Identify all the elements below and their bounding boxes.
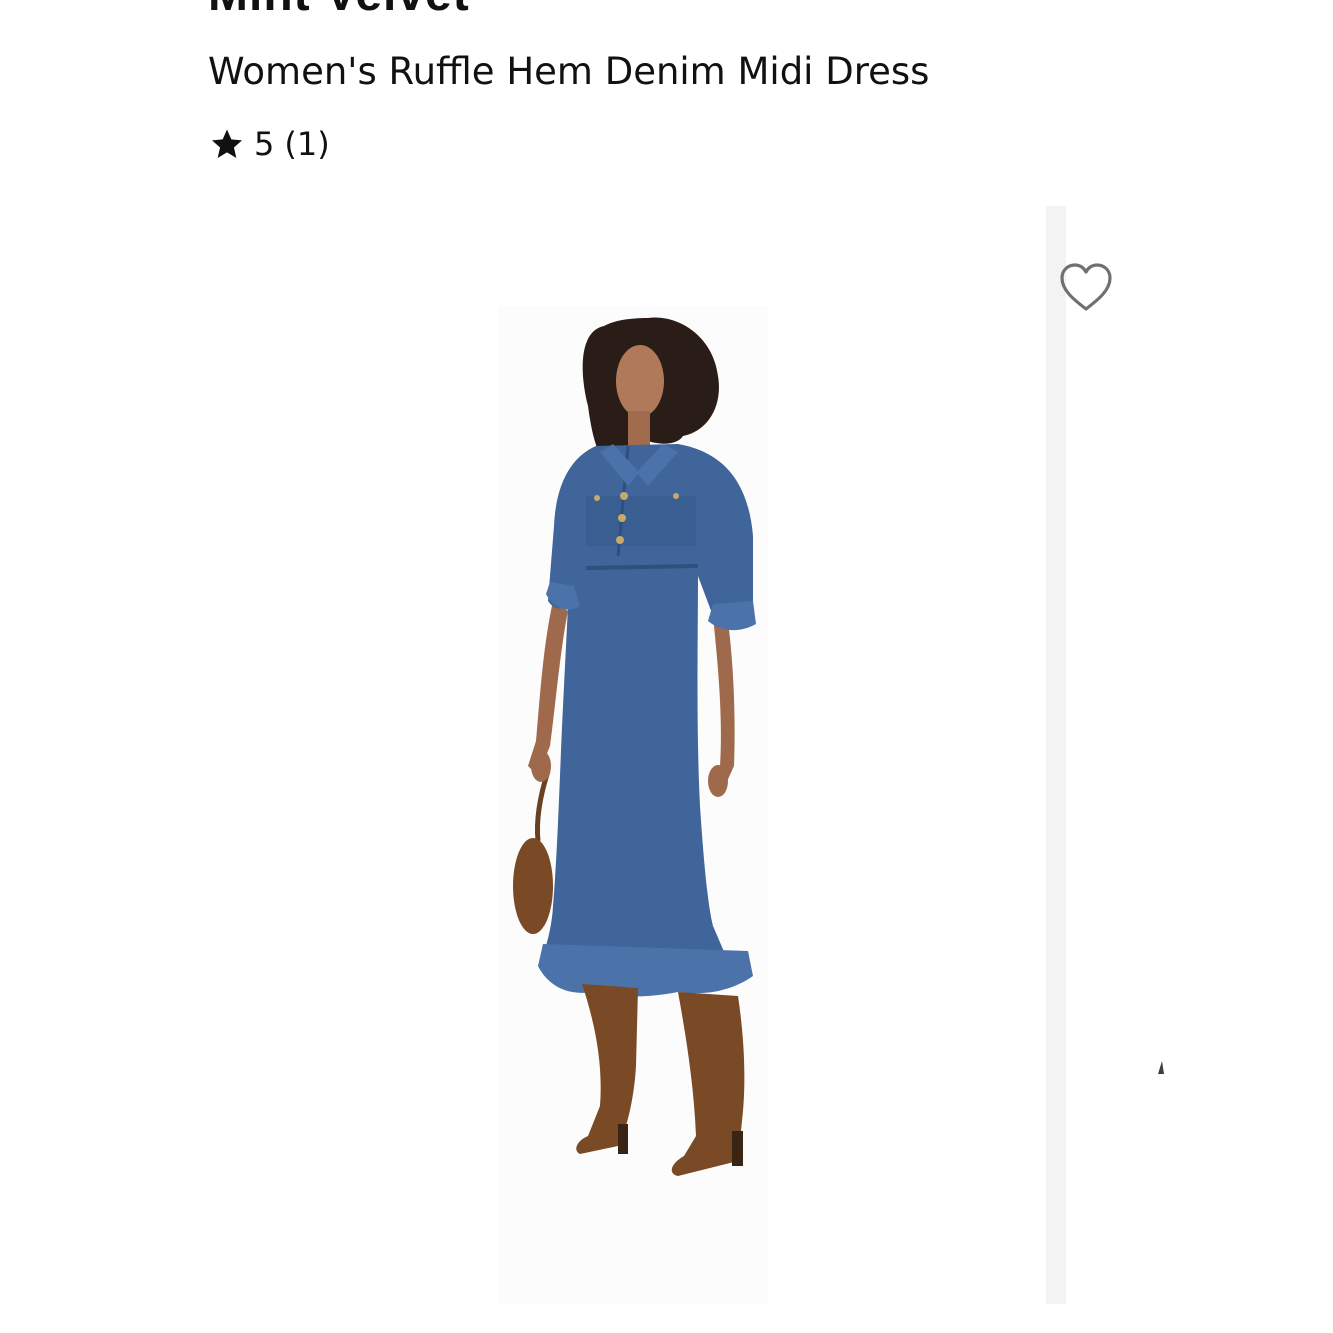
gallery-divider bbox=[1046, 206, 1066, 1304]
rating-value: 5 bbox=[254, 125, 275, 163]
add-to-favorites-button[interactable] bbox=[1056, 258, 1116, 318]
product-title: Women's Ruffle Hem Denim Midi Dress bbox=[208, 50, 930, 93]
model-in-denim-dress-image bbox=[498, 306, 768, 1304]
brand-name[interactable]: Mint Velvet bbox=[208, 0, 470, 20]
product-main-image[interactable] bbox=[208, 206, 1046, 1304]
star-icon bbox=[211, 129, 243, 158]
product-image-gallery[interactable] bbox=[208, 206, 1176, 1306]
review-count[interactable]: (1) bbox=[284, 125, 329, 163]
rating-summary[interactable]: 5 (1) bbox=[210, 122, 330, 166]
next-product-image[interactable] bbox=[1066, 206, 1176, 1304]
heart-outline-icon bbox=[1060, 263, 1112, 311]
next-image-thumbnail bbox=[1158, 1061, 1164, 1074]
